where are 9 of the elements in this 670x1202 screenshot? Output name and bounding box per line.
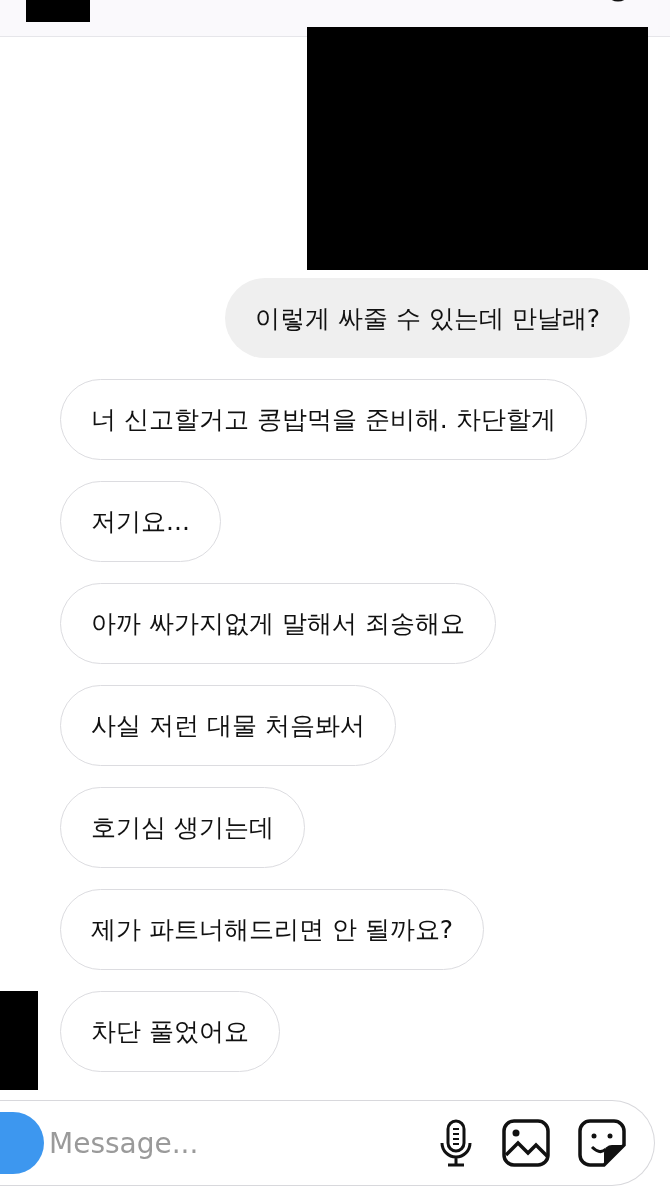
message-bubble: 이렇게 싸줄 수 있는데 만날래?: [224, 278, 630, 358]
message-field[interactable]: Message...: [49, 1118, 438, 1168]
message-bubble: 차단 풀었어요: [60, 991, 280, 1072]
message-bubble: 사실 저런 대물 처음봐서: [60, 685, 396, 766]
message-bubble: 제가 파트너해드리면 안 될까요?: [60, 889, 485, 970]
message-bubble: 너 신고할거고 콩밥먹을 준비해. 차단할게: [60, 379, 587, 460]
message-bubble: 호기심 생기는데: [60, 787, 305, 868]
message-bubble: 저기요...: [60, 481, 221, 562]
message-bubble: 아까 싸가지없게 말해서 죄송해요: [60, 583, 496, 664]
